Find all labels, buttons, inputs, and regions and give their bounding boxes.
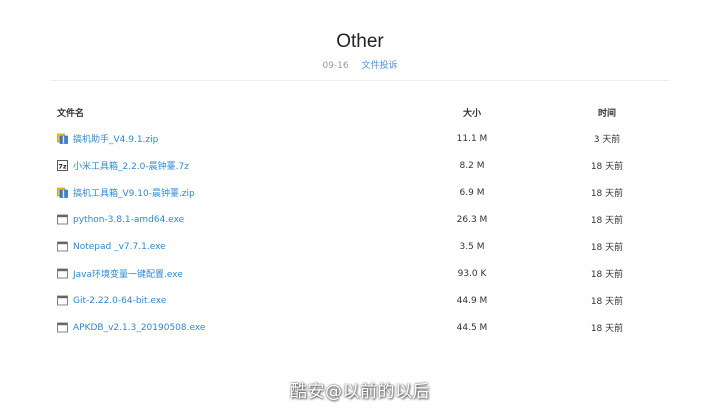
file-link[interactable]: 搞机工具箱_V9.10-晨钟薹.zip: [73, 186, 195, 199]
file-name-cell: APKDB_v2.1.3_20190508.exe: [57, 322, 397, 333]
file-list: 搞机助手_V4.9.1.zip 11.1 M 3 天前 7z 小米工具箱_2.2.0-晨…: [57, 125, 663, 341]
file-size: 44.9 M: [456, 295, 488, 306]
page-header: Other 09-16 文件投诉: [0, 0, 720, 72]
column-header-time: 时间: [597, 108, 616, 119]
file-time: 18 天前: [590, 297, 624, 307]
file-time: 18 天前: [590, 216, 624, 226]
file-link[interactable]: Git-2.22.0-64-bit.exe: [73, 296, 166, 306]
file-time: 18 天前: [590, 324, 624, 334]
7z-archive-icon: 7z: [57, 160, 68, 171]
file-size: 3.5 M: [459, 241, 485, 252]
file-size: 44.5 M: [456, 322, 488, 333]
table-header-row: 文件名 大小 时间: [57, 99, 663, 125]
watermark: 酷安@以前的以后: [290, 382, 430, 402]
table-row: Java环境变量一键配置.exe 93.0 K 18 天前: [57, 260, 663, 287]
file-name-cell: 7z 小米工具箱_2.2.0-晨钟薹.7z: [57, 159, 397, 172]
page-title: Other: [336, 31, 384, 52]
file-time: 18 天前: [590, 162, 624, 172]
table-row: 搞机助手_V4.9.1.zip 11.1 M 3 天前: [57, 125, 663, 152]
file-link[interactable]: Notepad _v7.7.1.exe: [73, 242, 166, 252]
table-row: Notepad _v7.7.1.exe 3.5 M 18 天前: [57, 233, 663, 260]
table-row: python-3.8.1-amd64.exe 26.3 M 18 天前: [57, 206, 663, 233]
header-divider: [50, 80, 670, 81]
table-row: Git-2.22.0-64-bit.exe 44.9 M 18 天前: [57, 287, 663, 314]
file-size: 26.3 M: [456, 214, 488, 225]
file-size: 6.9 M: [459, 187, 485, 198]
file-link[interactable]: Java环境变量一键配置.exe: [73, 267, 183, 280]
exe-file-icon: [57, 322, 68, 333]
file-time: 18 天前: [590, 243, 624, 253]
file-name-cell: 搞机工具箱_V9.10-晨钟薹.zip: [57, 186, 397, 199]
column-header-size: 大小: [462, 108, 481, 119]
table-row: APKDB_v2.1.3_20190508.exe 44.5 M 18 天前: [57, 314, 663, 341]
file-name-cell: python-3.8.1-amd64.exe: [57, 214, 397, 225]
file-name-cell: Notepad _v7.7.1.exe: [57, 241, 397, 252]
file-size: 11.1 M: [456, 133, 488, 144]
exe-file-icon: [57, 295, 68, 306]
file-link[interactable]: APKDB_v2.1.3_20190508.exe: [73, 323, 205, 333]
file-size: 93.0 K: [457, 268, 487, 279]
table-row: 搞机工具箱_V9.10-晨钟薹.zip 6.9 M 18 天前: [57, 179, 663, 206]
exe-file-icon: [57, 214, 68, 225]
file-link[interactable]: 搞机助手_V4.9.1.zip: [73, 132, 158, 145]
file-name-cell: Git-2.22.0-64-bit.exe: [57, 295, 397, 306]
file-link[interactable]: 小米工具箱_2.2.0-晨钟薹.7z: [73, 159, 189, 172]
table-row: 7z 小米工具箱_2.2.0-晨钟薹.7z 8.2 M 18 天前: [57, 152, 663, 179]
zip-archive-icon: [57, 187, 68, 198]
file-link[interactable]: python-3.8.1-amd64.exe: [73, 215, 184, 225]
svg-text:7z: 7z: [58, 162, 67, 170]
page-meta: 09-16 文件投诉: [0, 60, 720, 72]
file-time: 18 天前: [590, 270, 624, 280]
file-name-cell: 搞机助手_V4.9.1.zip: [57, 132, 397, 145]
file-name-cell: Java环境变量一键配置.exe: [57, 267, 397, 280]
file-table: 文件名 大小 时间 搞机助手_V4.9.1.zip 11.1 M 3 天前 7z 小米工…: [57, 99, 663, 341]
file-time: 18 天前: [590, 189, 624, 199]
report-link[interactable]: 文件投诉: [362, 61, 398, 71]
exe-file-icon: [57, 241, 68, 252]
file-time: 3 天前: [593, 135, 621, 145]
column-header-name: 文件名: [57, 108, 85, 119]
zip-archive-icon: [57, 133, 68, 144]
exe-file-icon: [57, 268, 68, 279]
upload-date: 09-16: [322, 61, 349, 71]
file-size: 8.2 M: [459, 160, 485, 171]
